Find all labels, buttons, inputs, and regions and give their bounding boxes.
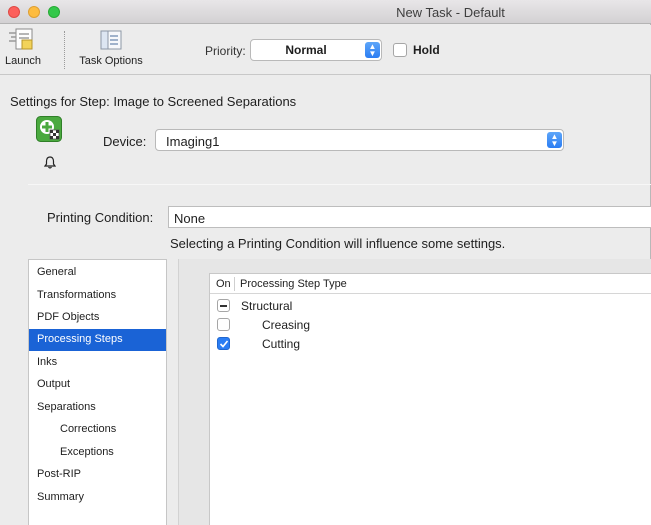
chevron-updown-icon: ▲ ▼: [547, 132, 562, 148]
settings-nav-list: General Transformations PDF Objects Proc…: [28, 259, 167, 525]
launch-icon: [9, 28, 33, 50]
printing-condition-field[interactable]: None: [168, 206, 651, 228]
row-label: Cutting: [262, 337, 301, 351]
processing-steps-table: On Processing Step Type Structural Creas…: [209, 273, 651, 525]
table-row[interactable]: Creasing: [210, 315, 651, 334]
nav-item-corrections[interactable]: Corrections: [29, 419, 166, 441]
device-label: Device:: [103, 134, 147, 149]
nav-item-inks[interactable]: Inks: [29, 352, 166, 374]
launch-button[interactable]: Launch: [4, 27, 42, 67]
toolbar: Launch Task Options Priority: Normal ▲ ▼ …: [0, 25, 651, 75]
settings-title: Settings for Step: Image to Screened Sep…: [10, 94, 297, 109]
column-header-type[interactable]: Processing Step Type: [240, 278, 347, 290]
cutting-checkbox[interactable]: [217, 337, 230, 350]
priority-select[interactable]: Normal ▲ ▼: [250, 39, 382, 61]
task-options-label: Task Options: [79, 55, 143, 67]
table-header: On Processing Step Type: [210, 274, 651, 294]
priority-label: Priority:: [205, 44, 246, 58]
column-divider: [234, 277, 235, 291]
title-bar: New Task - Default: [0, 0, 651, 24]
row-label: Structural: [241, 299, 293, 313]
priority-value: Normal: [285, 43, 327, 57]
device-value: Imaging1: [166, 134, 220, 149]
creasing-checkbox[interactable]: [217, 318, 230, 331]
section-divider: [28, 184, 651, 185]
window-title: New Task - Default: [396, 5, 505, 20]
printing-condition-label: Printing Condition:: [47, 210, 154, 225]
checkmark-icon: [219, 340, 229, 348]
device-select[interactable]: Imaging1 ▲ ▼: [155, 129, 564, 151]
nav-item-exceptions[interactable]: Exceptions: [29, 442, 166, 464]
nav-item-output[interactable]: Output: [29, 374, 166, 396]
hold-label: Hold: [413, 43, 440, 57]
table-row[interactable]: Cutting: [210, 334, 651, 353]
printing-condition-note: Selecting a Printing Condition will infl…: [170, 236, 506, 251]
step-add-icon[interactable]: [36, 116, 62, 142]
task-window: New Task - Default Launch Task Options P…: [0, 0, 651, 525]
nav-item-processing-steps[interactable]: Processing Steps: [29, 329, 166, 351]
table-row[interactable]: Structural: [210, 296, 651, 315]
nav-item-summary[interactable]: Summary: [29, 487, 166, 509]
nav-item-transformations[interactable]: Transformations: [29, 285, 166, 307]
bell-icon[interactable]: [44, 156, 56, 169]
nav-item-separations[interactable]: Separations: [29, 397, 166, 419]
chevron-updown-icon: ▲ ▼: [365, 42, 380, 58]
nav-item-pdf-objects[interactable]: PDF Objects: [29, 307, 166, 329]
printing-condition-value: None: [174, 211, 206, 226]
nav-item-post-rip[interactable]: Post-RIP: [29, 464, 166, 486]
toolbar-divider: [64, 31, 65, 69]
structural-checkbox[interactable]: [217, 299, 230, 312]
nav-item-general[interactable]: General: [29, 262, 166, 284]
task-options-button[interactable]: Task Options: [74, 27, 148, 67]
task-options-icon: [100, 30, 122, 50]
launch-label: Launch: [4, 55, 42, 67]
row-label: Creasing: [262, 318, 311, 332]
processing-steps-panel: On Processing Step Type Structural Creas…: [178, 259, 651, 525]
column-header-on[interactable]: On: [216, 278, 231, 290]
hold-checkbox[interactable]: [393, 43, 407, 57]
